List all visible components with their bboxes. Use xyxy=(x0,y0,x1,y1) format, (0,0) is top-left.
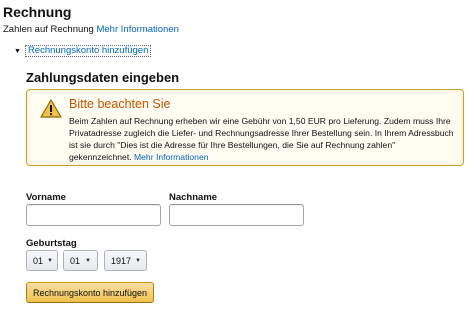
payment-subtitle: Zahlen auf Rechnung xyxy=(3,24,94,35)
add-invoice-account-link[interactable]: Rechnungskonto hinzufügen xyxy=(24,45,152,57)
birthday-day-select[interactable]: 01 ▼ xyxy=(26,250,58,271)
birthday-day-value: 01 xyxy=(33,255,44,266)
add-invoice-account-button[interactable]: Rechnungskonto hinzufügen xyxy=(26,282,154,303)
caret-down-icon: ▼ xyxy=(14,47,21,55)
add-invoice-account-toggle[interactable]: ▼ Rechnungskonto hinzufügen xyxy=(14,45,152,57)
first-name-field[interactable] xyxy=(26,204,161,226)
last-name-field[interactable] xyxy=(169,204,304,226)
alert-body: Beim Zahlen auf Rechnung erheben wir ein… xyxy=(69,116,454,162)
chevron-down-icon: ▼ xyxy=(135,257,141,264)
last-name-label: Nachname xyxy=(169,192,218,203)
chevron-down-icon: ▼ xyxy=(85,257,91,264)
form-title: Zahlungsdaten eingeben xyxy=(26,70,180,85)
birthday-month-select[interactable]: 01 ▼ xyxy=(63,250,98,271)
notice-alert-box: Bitte beachten Sie Beim Zahlen auf Rechn… xyxy=(26,89,464,166)
first-name-label: Vorname xyxy=(26,192,66,203)
alert-more-info-link[interactable]: Mehr Informationen xyxy=(134,152,209,162)
alert-title: Bitte beachten Sie xyxy=(69,97,171,111)
section-title: Rechnung xyxy=(3,4,72,20)
birthday-label: Geburtstag xyxy=(26,238,77,249)
birthday-year-value: 1917 xyxy=(111,255,132,266)
warning-triangle-icon xyxy=(40,99,62,118)
birthday-month-value: 01 xyxy=(70,255,81,266)
birthday-year-select[interactable]: 1917 ▼ xyxy=(104,250,147,271)
payment-subtitle-line: Zahlen auf Rechnung Mehr Informationen xyxy=(3,24,179,35)
chevron-down-icon: ▼ xyxy=(47,257,53,264)
more-info-link[interactable]: Mehr Informationen xyxy=(96,24,178,35)
alert-text: Beim Zahlen auf Rechnung erheben wir ein… xyxy=(69,115,457,163)
